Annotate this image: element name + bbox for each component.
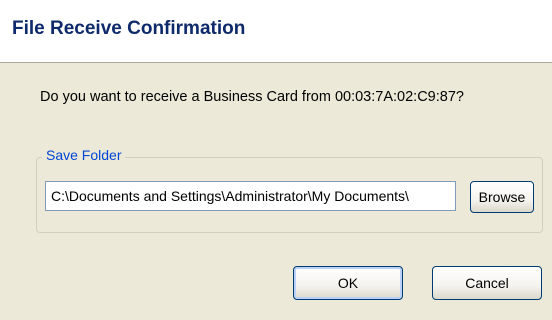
save-folder-label: Save Folder <box>42 147 126 163</box>
dialog-title: File Receive Confirmation <box>12 18 246 39</box>
save-folder-path-input[interactable] <box>45 181 456 211</box>
ok-button[interactable]: OK <box>293 266 403 300</box>
browse-button[interactable]: Browse <box>470 181 534 213</box>
cancel-button[interactable]: Cancel <box>432 266 542 300</box>
file-receive-dialog: File Receive Confirmation Do you want to… <box>0 0 552 320</box>
title-bar[interactable]: File Receive Confirmation <box>0 0 552 63</box>
dialog-body: Do you want to receive a Business Card f… <box>0 63 552 320</box>
receive-question-text: Do you want to receive a Business Card f… <box>40 89 464 105</box>
